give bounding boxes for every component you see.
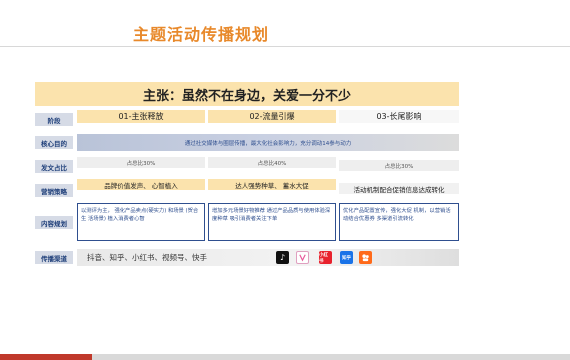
content-plan-1: 以测评为主， 强化产品卖点(硬实力) 和场景 (贺合生 活场景) 植入消费者心智 (77, 203, 205, 241)
row-label-strategy: 营销策略 (35, 184, 73, 197)
footer-accent-bar (0, 354, 92, 360)
douyin-icon: ♪ (276, 251, 289, 264)
weibo-red-icon: 小红书 (319, 251, 332, 264)
share-3: 占总比30% (339, 160, 459, 171)
row-label-stage: 阶段 (35, 113, 73, 126)
strategy-3: 活动机制配合促销信息达成转化 (339, 183, 459, 194)
core-goal-bar: 通过社交媒体与圈层传播，最大化社会影响力，充分调动14参与动力 (77, 134, 459, 151)
plan-table: 主张：虽然不在身边，关爱一分不少 阶段 01-主张释放 02-流量引爆 03-长… (35, 74, 463, 270)
row-label-content: 内容规划 (35, 216, 73, 229)
channel-bar: 抖音、知乎、小红书、视频号、快手 ♪ 小红书 知乎 (77, 249, 459, 266)
share-1: 占总比30% (77, 157, 205, 168)
xiaohongshu-icon (296, 251, 309, 264)
channel-list: 抖音、知乎、小红书、视频号、快手 (87, 253, 207, 262)
strategy-2: 达人强势种草、 蓄水大促 (208, 179, 336, 190)
page-title: 主题活动传播规划 (133, 25, 270, 44)
title-divider (0, 46, 570, 47)
row-label-core: 核心目的 (35, 136, 73, 149)
zhihu-icon: 知乎 (340, 251, 353, 264)
content-plan-3: 优化产品配置宣传，强化大促 机制，以营销活动结合优惠券 多渠道引流转化 (339, 203, 459, 241)
row-label-share: 发文占比 (35, 160, 73, 173)
footer-bar (92, 354, 570, 360)
strategy-1: 品牌价值发声、 心智植入 (77, 179, 205, 190)
slogan-banner: 主张：虽然不在身边，关爱一分不少 (35, 82, 459, 106)
row-label-channel: 传播渠道 (35, 251, 73, 264)
kuaishou-icon (359, 251, 372, 264)
stage-3: 03-长尾影响 (339, 110, 459, 123)
content-plan-2: 增加多元场景好物推荐 通过产品品质与使用体验深度种草 吸引消费者关注下单 (208, 203, 336, 241)
stage-2: 02-流量引爆 (208, 110, 336, 123)
stage-1: 01-主张释放 (77, 110, 205, 123)
share-2: 占总比40% (208, 157, 336, 168)
